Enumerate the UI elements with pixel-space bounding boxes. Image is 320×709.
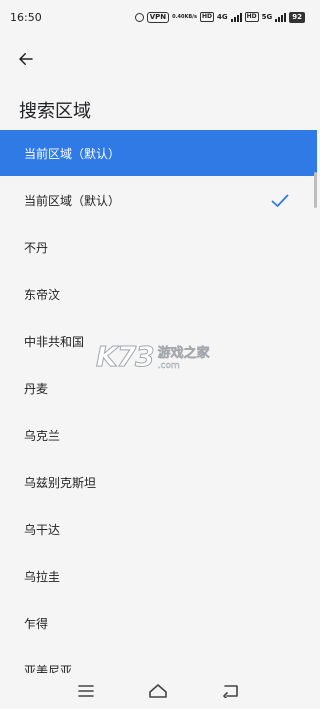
- region-list: 当前区域（默认） 不丹 东帝汶 中非共和国 丹麦 乌克兰 乌兹别克斯坦 乌干达 …: [0, 177, 317, 694]
- watermark-logo: K73 游戏之家 .com: [96, 336, 226, 376]
- region-label: 当前区域（默认）: [24, 194, 121, 208]
- region-item-uzbekistan[interactable]: 乌兹别克斯坦: [0, 459, 317, 506]
- region-label: 不丹: [24, 241, 49, 255]
- region-label: 乌拉圭: [24, 570, 61, 584]
- region-label: 东帝汶: [24, 288, 61, 302]
- region-item-timor-leste[interactable]: 东帝汶: [0, 271, 317, 318]
- network-speed: 0.40 KB/s: [172, 14, 197, 20]
- signal-icon-1: [230, 12, 242, 22]
- region-item-uganda[interactable]: 乌干达: [0, 506, 317, 553]
- system-nav-bar: [0, 673, 317, 709]
- region-label: 乌兹别克斯坦: [24, 476, 97, 490]
- back-button[interactable]: [10, 44, 42, 74]
- region-label: 乍得: [24, 617, 49, 631]
- network-type-1: 4G: [216, 13, 228, 21]
- arrow-left-icon: [19, 53, 33, 65]
- status-bar: 16:50 VPN 0.40 KB/s HD 4G HD 5G 92: [0, 0, 317, 34]
- region-item-bhutan[interactable]: 不丹: [0, 224, 317, 271]
- return-button[interactable]: [216, 679, 246, 703]
- region-label: 中非共和国: [24, 335, 85, 349]
- network-type-2: 5G: [261, 13, 273, 21]
- menu-icon: [78, 685, 94, 697]
- hd-badge-1: HD: [199, 12, 214, 22]
- return-icon: [223, 685, 238, 698]
- scrollbar-thumb[interactable]: [314, 172, 317, 208]
- watermark-text: 游戏之家 .com: [157, 342, 210, 371]
- region-item-ukraine[interactable]: 乌克兰: [0, 412, 317, 459]
- region-label: 乌干达: [24, 523, 61, 537]
- check-icon: [271, 194, 289, 207]
- selected-region-banner: 当前区域（默认）: [0, 130, 317, 176]
- battery-icon: 92: [289, 11, 305, 23]
- home-button[interactable]: [143, 679, 173, 703]
- status-time: 16:50: [10, 10, 42, 24]
- home-icon: [149, 684, 168, 698]
- region-label: 乌克兰: [24, 429, 61, 443]
- menu-button[interactable]: [71, 679, 101, 703]
- watermark-en: .com: [157, 360, 180, 371]
- alarm-icon: [134, 12, 144, 22]
- speed-unit: KB/s: [184, 14, 197, 20]
- status-icons: VPN 0.40 KB/s HD 4G HD 5G 92: [134, 11, 305, 23]
- speed-value: 0.40: [172, 14, 185, 20]
- signal-icon-2: [275, 12, 287, 22]
- region-item-uruguay[interactable]: 乌拉圭: [0, 553, 317, 600]
- region-label: 丹麦: [24, 382, 49, 396]
- region-item-chad[interactable]: 乍得: [0, 600, 317, 647]
- vpn-badge: VPN: [146, 11, 170, 23]
- hd-badge-2: HD: [244, 12, 259, 22]
- page-title: 搜索区域: [19, 101, 91, 122]
- watermark-cn: 游戏之家: [157, 345, 210, 361]
- region-item-current[interactable]: 当前区域（默认）: [0, 177, 317, 224]
- watermark-mark: K73: [96, 339, 156, 373]
